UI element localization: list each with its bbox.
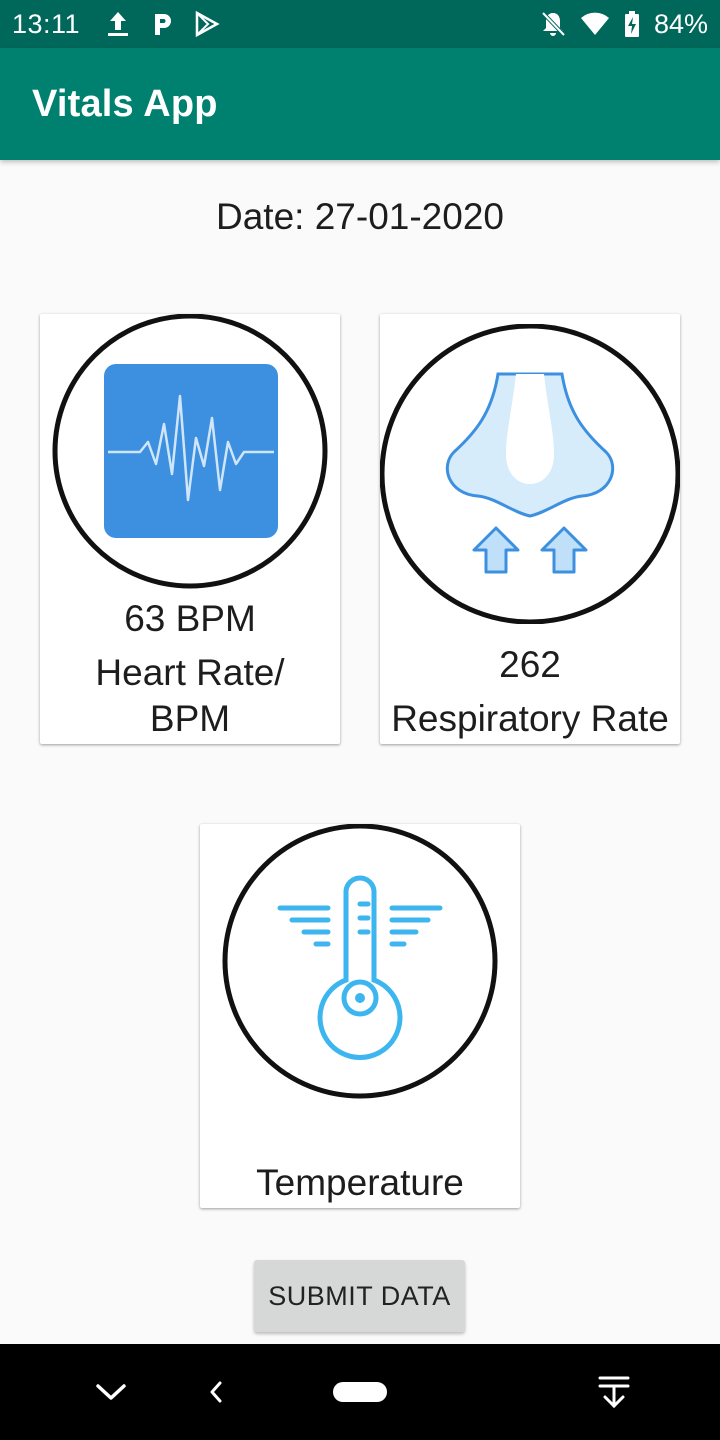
parking-icon [150,10,174,38]
temperature-card[interactable]: Temperature [200,823,520,1208]
app-title: Vitals App [32,82,218,125]
battery-percent: 84% [653,8,708,39]
battery-charging-icon [624,10,640,38]
app-bar: Vitals App [0,48,720,160]
play-store-icon [194,10,220,38]
system-icons: 84% [540,9,708,40]
date-label: Date: 27-01-2020 [216,196,504,237]
heartbeat-monitor-icon[interactable] [52,313,328,590]
status-time: 13:11 [12,8,81,39]
heart-rate-value: 63 BPM [124,598,256,639]
heart-rate-label-line2: BPM [149,698,231,739]
temperature-label: Temperature [256,1162,464,1203]
wifi-icon [580,11,610,37]
submit-data-button[interactable]: SUBMIT DATA [254,1260,465,1332]
back-icon[interactable] [196,1344,236,1440]
notification-icons [106,10,220,38]
nose-breathing-icon[interactable] [379,323,681,625]
respiratory-rate-label: Respiratory Rate [391,698,669,739]
chevron-down-icon[interactable] [86,1344,136,1440]
respiratory-rate-value: 262 [499,644,561,685]
thermometer-icon[interactable] [222,823,498,1100]
heart-rate-card[interactable]: 63 BPM Heart Rate/ BPM [40,313,340,744]
status-bar: 13:11 84% [0,0,720,48]
heart-rate-label-line1: Heart Rate/ [95,652,285,693]
home-pill-icon[interactable] [320,1344,400,1440]
notifications-expand-icon[interactable] [588,1344,640,1440]
respiratory-rate-card[interactable]: 262 Respiratory Rate [379,314,681,744]
notifications-off-icon [540,10,566,38]
upload-icon [106,10,130,38]
navigation-bar [0,1344,720,1440]
